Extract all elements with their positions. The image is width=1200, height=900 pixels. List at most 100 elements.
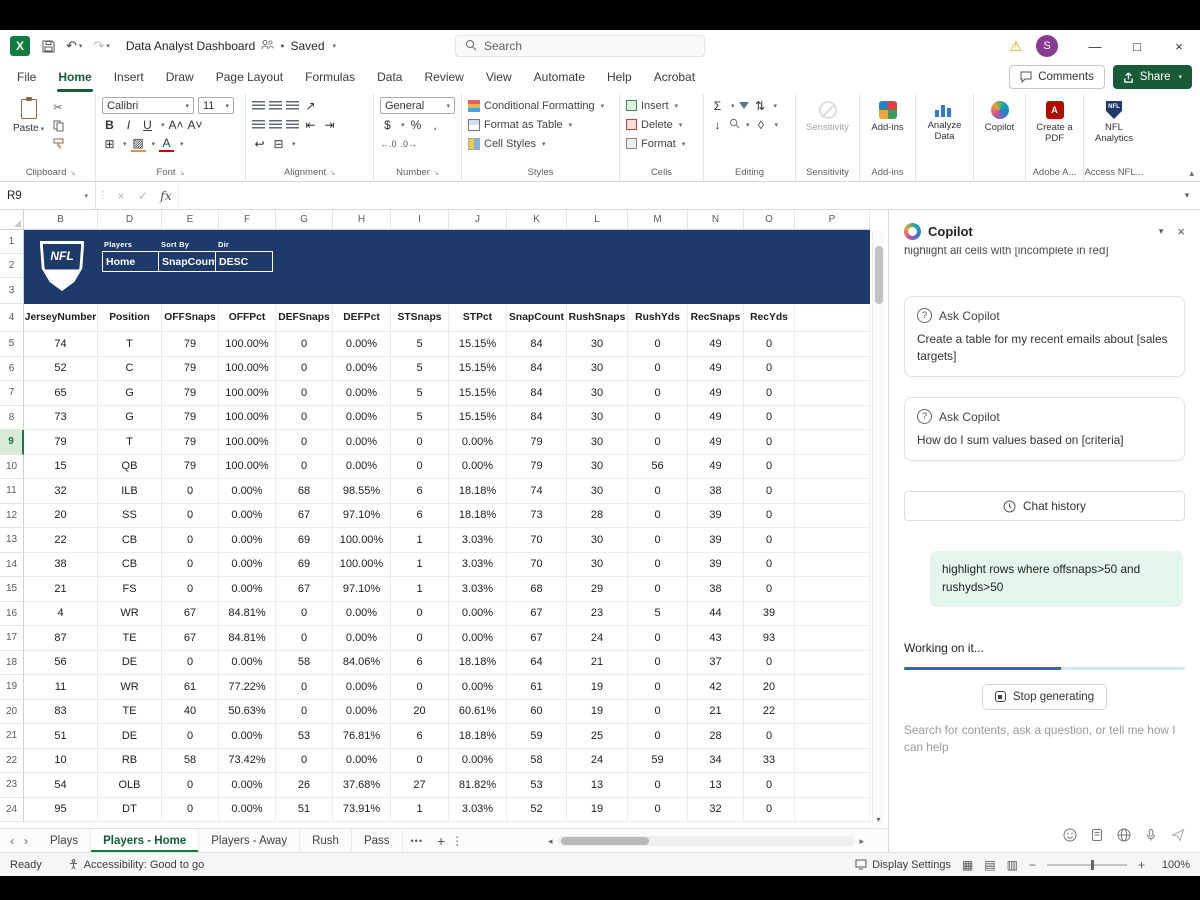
cell[interactable]: 84 xyxy=(507,356,567,381)
cell[interactable]: 61 xyxy=(162,675,219,700)
cell[interactable]: 0 xyxy=(744,724,795,749)
cell[interactable]: 0 xyxy=(276,381,333,406)
comments-button[interactable]: Comments xyxy=(1009,65,1105,89)
formula-bar-splitter[interactable]: ⋮ xyxy=(96,190,110,201)
cell[interactable]: 84 xyxy=(507,332,567,357)
cell[interactable]: 0 xyxy=(162,797,219,822)
cell[interactable]: 0.00% xyxy=(333,748,391,773)
cell[interactable]: 0.00% xyxy=(333,601,391,626)
addins-button[interactable]: Add-ins xyxy=(863,96,912,134)
mic-icon[interactable] xyxy=(1144,828,1158,842)
cell[interactable]: 1 xyxy=(391,797,449,822)
more-sheets-icon[interactable]: ••• xyxy=(411,836,423,846)
cell[interactable]: 70 xyxy=(507,552,567,577)
cell[interactable]: 67 xyxy=(507,626,567,651)
cell[interactable]: 0.00% xyxy=(219,724,276,749)
cell[interactable]: 0 xyxy=(744,332,795,357)
cell[interactable]: 0 xyxy=(744,405,795,430)
zoom-out-icon[interactable]: − xyxy=(1029,858,1036,872)
cell[interactable]: 84.81% xyxy=(219,626,276,651)
bold-button[interactable]: B xyxy=(102,118,117,132)
accessibility-status[interactable]: Accessibility: Good to go xyxy=(68,859,204,871)
cell[interactable]: 100.00% xyxy=(333,552,391,577)
normal-view-icon[interactable]: ▦ xyxy=(962,858,973,872)
sheet-tab-players-away[interactable]: Players - Away xyxy=(199,829,301,852)
row-header-18[interactable]: 18 xyxy=(0,650,24,675)
cell[interactable]: 81.82% xyxy=(449,773,507,798)
cell[interactable]: T xyxy=(98,332,162,357)
cell[interactable]: 0 xyxy=(628,724,688,749)
nfl-analytics-button[interactable]: NFL NFL Analytics xyxy=(1087,96,1141,145)
cell[interactable]: 0.00% xyxy=(219,650,276,675)
warning-icon[interactable]: ⚠ xyxy=(1009,38,1022,55)
row-header-23[interactable]: 23 xyxy=(0,773,24,798)
insert-cells-button[interactable]: Insert ▾ xyxy=(623,96,700,115)
cell[interactable]: WR xyxy=(98,675,162,700)
cell[interactable]: 15.15% xyxy=(449,356,507,381)
cell[interactable]: 6 xyxy=(391,503,449,528)
cell[interactable]: SS xyxy=(98,503,162,528)
cell[interactable]: 0 xyxy=(391,430,449,455)
cell[interactable] xyxy=(795,626,870,651)
cell[interactable]: 18.18% xyxy=(449,503,507,528)
borders-icon[interactable]: ⊞ xyxy=(102,137,117,151)
row-header-19[interactable]: 19 xyxy=(0,675,24,700)
scroll-down-icon[interactable]: ▾ xyxy=(873,815,884,824)
cell[interactable]: 0 xyxy=(628,479,688,504)
row-header-17[interactable]: 17 xyxy=(0,626,24,651)
cell[interactable]: 1 xyxy=(391,552,449,577)
cell[interactable]: WR xyxy=(98,601,162,626)
ribbon-tab-view[interactable]: View xyxy=(475,62,523,92)
cell[interactable] xyxy=(795,675,870,700)
cell[interactable]: 0 xyxy=(276,675,333,700)
cell[interactable]: 0 xyxy=(162,650,219,675)
copilot-button[interactable]: Copilot xyxy=(977,96,1022,134)
cell[interactable]: 58 xyxy=(507,748,567,773)
cell[interactable] xyxy=(795,479,870,504)
column-header-H[interactable]: H xyxy=(333,210,391,230)
cell[interactable]: 69 xyxy=(276,528,333,553)
dialog-launcher-icon[interactable]: ↘ xyxy=(433,169,439,177)
saved-chevron-icon[interactable]: ▾ xyxy=(333,42,337,50)
cell[interactable]: 28 xyxy=(567,503,628,528)
chat-history-button[interactable]: Chat history xyxy=(904,491,1185,522)
cell[interactable]: 79 xyxy=(24,430,98,455)
cell[interactable]: 0.00% xyxy=(219,552,276,577)
cell[interactable]: 49 xyxy=(688,381,744,406)
cell[interactable]: 0.00% xyxy=(333,675,391,700)
cell[interactable]: 0.00% xyxy=(219,503,276,528)
decrease-font-icon[interactable]: A˅ xyxy=(188,118,203,132)
cell[interactable]: 49 xyxy=(688,454,744,479)
cell[interactable]: DT xyxy=(98,797,162,822)
cell[interactable]: 56 xyxy=(24,650,98,675)
h-scrollbar-thumb[interactable] xyxy=(560,837,649,845)
align-middle-icon[interactable] xyxy=(269,101,282,110)
cell[interactable]: 84 xyxy=(507,405,567,430)
cell[interactable]: 0 xyxy=(276,332,333,357)
cell[interactable]: 0 xyxy=(276,405,333,430)
cell[interactable]: 97.10% xyxy=(333,503,391,528)
cell[interactable]: 50.63% xyxy=(219,699,276,724)
search-input[interactable]: Search xyxy=(455,35,705,57)
cell[interactable]: 23 xyxy=(567,601,628,626)
cell[interactable]: OLB xyxy=(98,773,162,798)
cell[interactable]: 0 xyxy=(744,503,795,528)
cell[interactable]: 98.55% xyxy=(333,479,391,504)
column-header-L[interactable]: L xyxy=(567,210,628,230)
font-color-icon[interactable]: A xyxy=(159,136,175,152)
cell[interactable]: 79 xyxy=(162,381,219,406)
send-icon[interactable] xyxy=(1171,828,1185,842)
cell[interactable]: 18.18% xyxy=(449,650,507,675)
merge-center-icon[interactable]: ⊟ xyxy=(271,137,286,151)
cell[interactable]: 10 xyxy=(24,748,98,773)
cell[interactable]: 53 xyxy=(276,724,333,749)
row-header-9[interactable]: 9 xyxy=(0,430,24,455)
row-header-2[interactable]: 2 xyxy=(0,254,24,278)
wrap-text-icon[interactable]: ↩ xyxy=(252,137,267,151)
row-header-6[interactable]: 6 xyxy=(0,356,24,381)
enter-icon[interactable]: ✓ xyxy=(132,189,154,203)
fill-color-icon[interactable]: ▨ xyxy=(130,136,146,152)
cell-styles-button[interactable]: Cell Styles ▾ xyxy=(465,134,616,153)
cell[interactable]: 30 xyxy=(567,332,628,357)
decrease-decimal-icon[interactable]: .0→ xyxy=(401,139,418,149)
